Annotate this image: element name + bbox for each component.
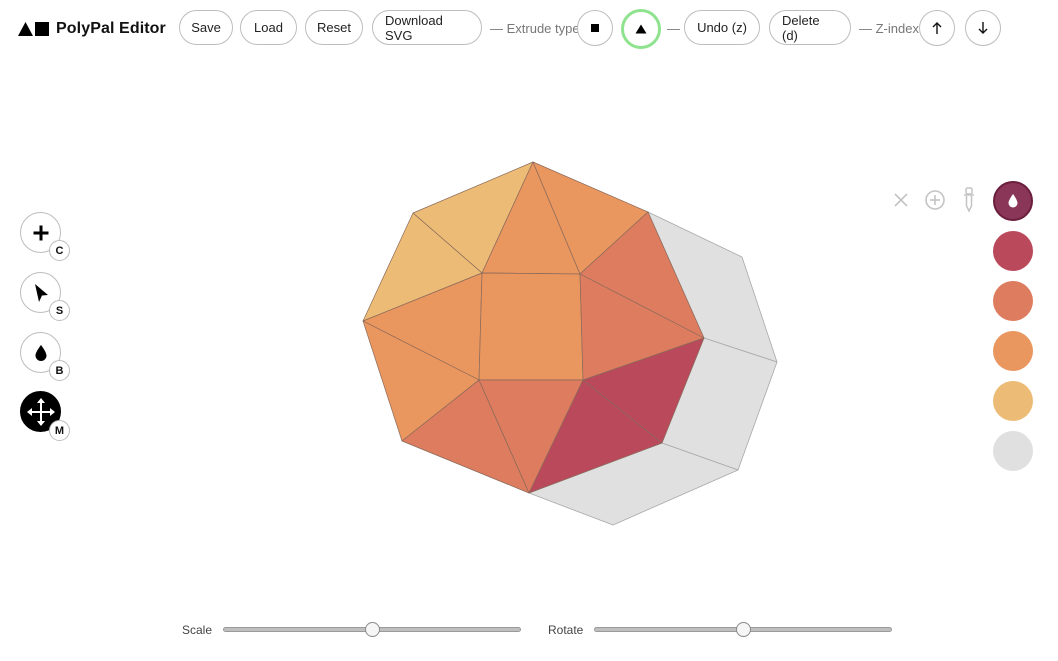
add-circle-icon: [925, 190, 945, 210]
remove-color-button[interactable]: [889, 188, 913, 212]
droplet-icon: [1008, 194, 1018, 208]
eyedropper-button[interactable]: [957, 187, 981, 213]
color-swatch-4[interactable]: [993, 331, 1033, 371]
rotate-label: Rotate: [548, 623, 584, 637]
eyedropper-icon: [964, 187, 974, 213]
face-center-square[interactable]: [478, 272, 584, 381]
color-swatch-1[interactable]: [993, 181, 1033, 221]
scale-label: Scale: [182, 623, 213, 637]
color-swatch-5[interactable]: [993, 381, 1033, 421]
add-color-button[interactable]: [923, 188, 947, 212]
close-icon: [894, 193, 908, 207]
scale-slider-thumb[interactable]: [364, 622, 380, 637]
drawing-canvas[interactable]: [0, 0, 1058, 661]
color-swatch-3[interactable]: [993, 281, 1033, 321]
rotate-slider-thumb[interactable]: [735, 622, 751, 637]
color-swatch-6[interactable]: [993, 431, 1033, 471]
color-swatch-2[interactable]: [993, 231, 1033, 271]
